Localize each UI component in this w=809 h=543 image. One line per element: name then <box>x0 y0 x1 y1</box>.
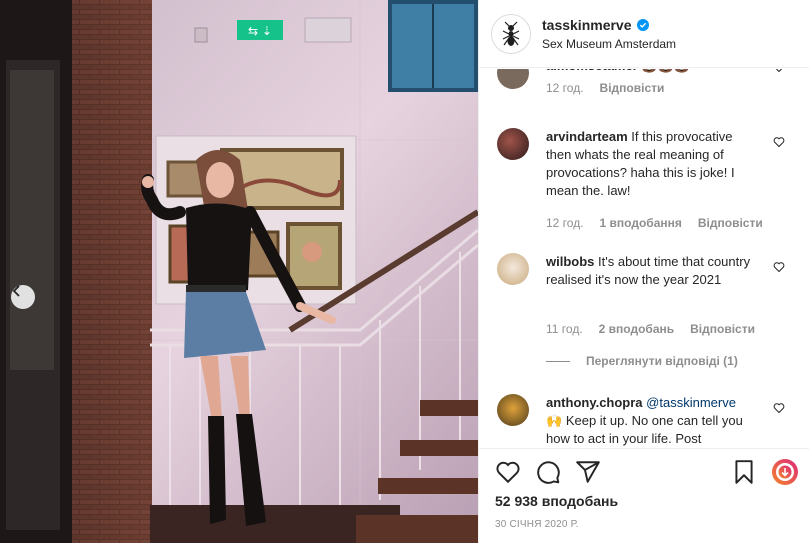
heart-icon[interactable] <box>773 69 785 73</box>
comment-username[interactable]: anthony.chopra <box>546 395 643 410</box>
photo-illustration: ⇆ ⇣ <box>0 0 478 543</box>
exit-sign-text: ⇆ ⇣ <box>248 24 272 38</box>
comment-icon[interactable] <box>535 459 561 485</box>
comment-mention[interactable]: @tasskinmerve <box>646 395 736 410</box>
heart-icon[interactable] <box>773 261 785 273</box>
view-replies-line <box>546 360 570 362</box>
comment-likes[interactable]: 1 вподобання <box>600 216 682 230</box>
chevron-left-icon <box>12 285 20 297</box>
post-location[interactable]: Sex Museum Amsterdam <box>542 37 676 51</box>
verified-badge-icon <box>636 19 649 31</box>
comment-time[interactable]: 12 год. <box>546 216 584 230</box>
view-replies-button[interactable]: Переглянути відповіді (1) <box>546 354 738 368</box>
comment-avatar[interactable] <box>497 253 529 285</box>
heart-icon[interactable] <box>773 402 785 414</box>
comment-reply-link[interactable]: Відповісти <box>690 322 755 336</box>
post-header: tasskinmerve Sex Museum Amsterdam <box>479 0 809 68</box>
post-username[interactable]: tasskinmerve <box>542 17 632 33</box>
comment-time[interactable]: 12 год. <box>546 81 584 95</box>
comments-list[interactable]: aimomsetamer 💩💩💩 12 год. Відповісти arvi… <box>479 69 809 447</box>
carousel-prev-button[interactable] <box>11 285 35 309</box>
comment-emoji: 🙌 <box>546 413 563 428</box>
reels-icon[interactable] <box>771 458 799 486</box>
share-icon[interactable] <box>575 459 601 485</box>
comment-text: Keep it up. No one can tell you how to a… <box>546 413 743 446</box>
heart-icon[interactable] <box>495 459 521 485</box>
comment-username[interactable]: wilbobs <box>546 254 594 269</box>
comment-reply-link[interactable]: Відповісти <box>600 81 665 95</box>
view-replies-label: Переглянути відповіді (1) <box>586 354 738 368</box>
comment-reply-link[interactable]: Відповісти <box>698 216 763 230</box>
post-actions: 52 938 вподобань 30 СІЧНЯ 2020 Р. <box>479 448 809 543</box>
comment-avatar[interactable] <box>497 394 529 426</box>
comment-avatar[interactable] <box>497 128 529 160</box>
post-photo[interactable]: ⇆ ⇣ <box>0 0 478 543</box>
comment-emoji: 💩💩💩 <box>641 69 690 73</box>
comment-likes[interactable]: 2 вподобань <box>599 322 674 336</box>
comment-avatar[interactable] <box>497 69 529 89</box>
comment-username[interactable]: aimomsetamer <box>546 69 638 73</box>
post-side-panel: tasskinmerve Sex Museum Amsterdam aimoms… <box>478 0 809 543</box>
comment-username[interactable]: arvindarteam <box>546 129 628 144</box>
heart-icon[interactable] <box>773 136 785 148</box>
avatar[interactable] <box>491 14 531 54</box>
bookmark-icon[interactable] <box>731 459 757 485</box>
ant-logo-icon <box>502 21 520 46</box>
post-date[interactable]: 30 СІЧНЯ 2020 Р. <box>495 519 579 530</box>
comment-time[interactable]: 11 год. <box>546 322 583 336</box>
likes-count[interactable]: 52 938 вподобань <box>495 493 618 509</box>
